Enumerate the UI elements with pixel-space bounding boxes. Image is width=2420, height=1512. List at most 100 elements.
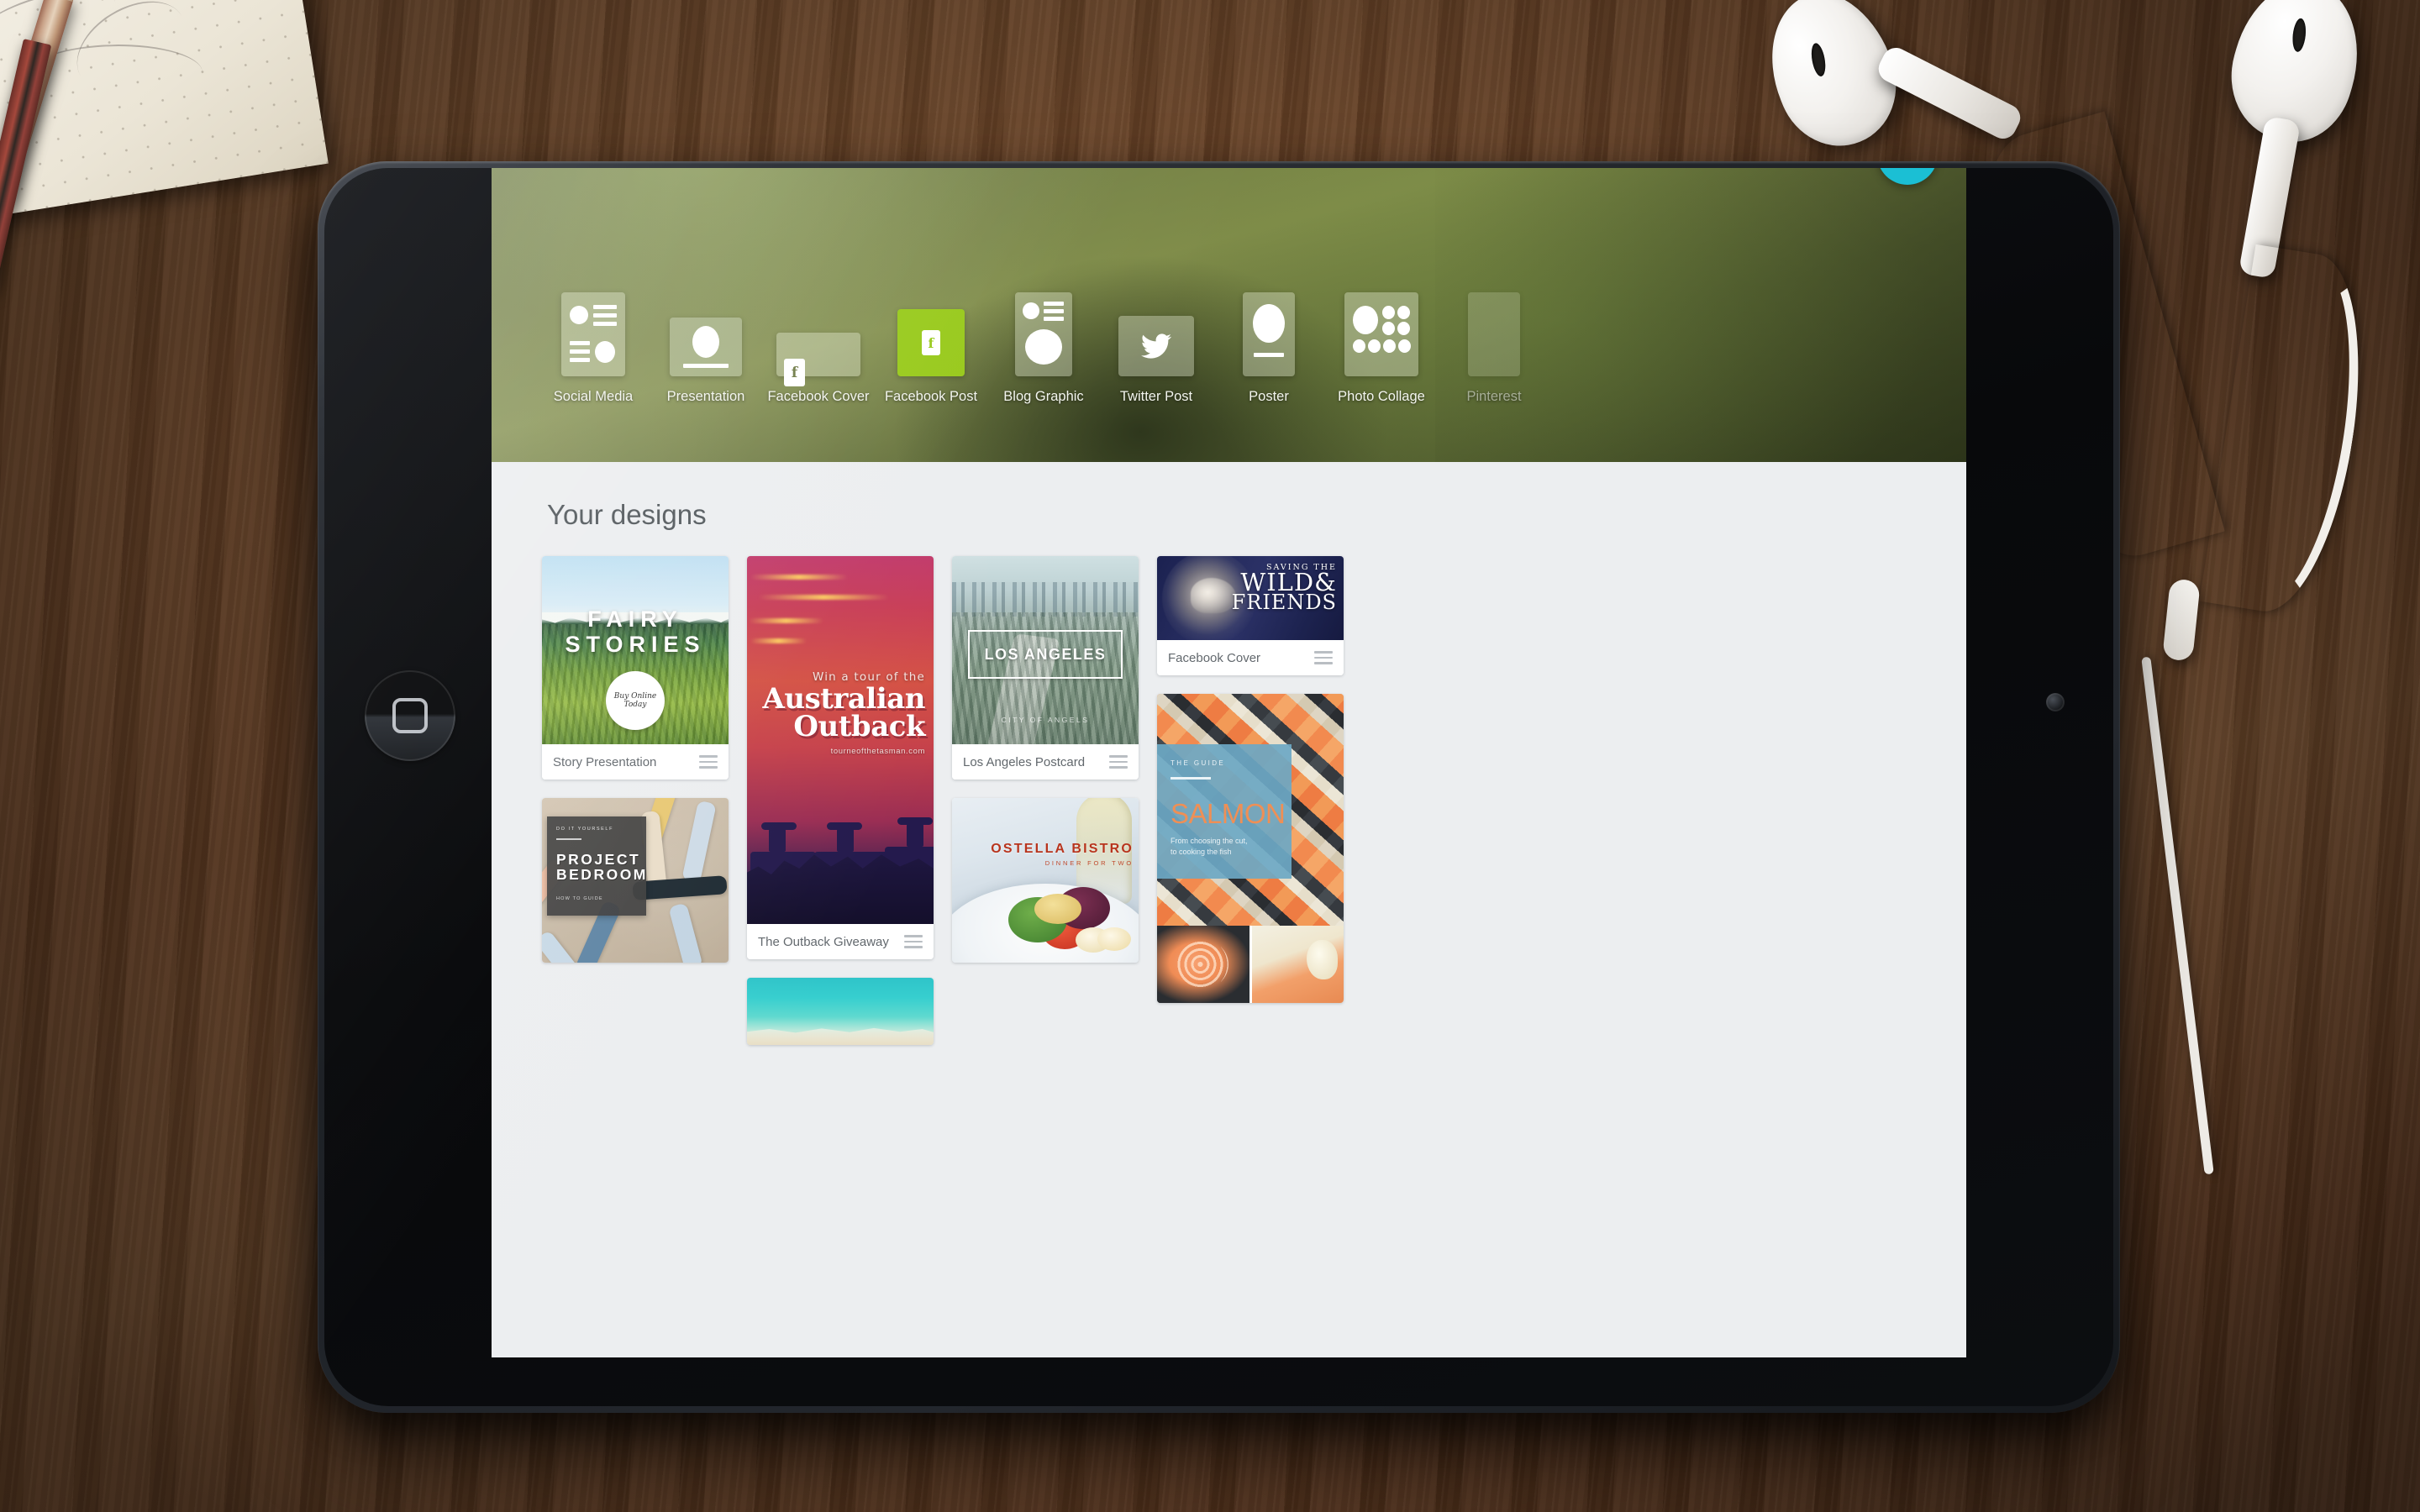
design-type-twitter-post[interactable]: Twitter Post: [1100, 316, 1213, 405]
artwork-kicker: THE GUIDE: [1171, 759, 1226, 767]
artwork-title: OSTELLA BISTRO: [991, 842, 1134, 856]
card-menu-icon[interactable]: [1314, 648, 1333, 668]
designs-column: LOS ANGELES CITY OF ANGELS Los Angeles P…: [952, 556, 1139, 963]
artwork-text: OSTELLA BISTRO DINNER FOR TWO: [991, 842, 1134, 867]
sky-streak: [750, 638, 808, 643]
account-menu[interactable]: Krazy Kidz Canva: [1739, 168, 1938, 185]
design-name: Los Angeles Postcard: [963, 754, 1086, 769]
design-type-facebook-cover[interactable]: f Facebook Cover: [762, 333, 875, 405]
design-thumbnail: Win a tour of the Australian Outback tou…: [747, 556, 934, 924]
design-type-label: Facebook Post: [884, 389, 978, 404]
design-type-label: Pinterest: [1466, 389, 1522, 404]
design-card-facebook-cover[interactable]: SAVING THE WILD& FRIENDS Facebook Cover: [1157, 556, 1344, 675]
designs-column: FAIRY STORIES Buy Online Today Story Pre…: [542, 556, 729, 963]
design-name: Story Presentation: [553, 754, 657, 769]
artwork-panel: DO IT YOURSELF PROJECT BEDROOM HOW TO GU…: [547, 816, 646, 916]
poster-icon: [1243, 292, 1295, 376]
tablet-bezel: Start a new design Krazy Kidz Canva: [324, 168, 2113, 1406]
design-type-label: Social Media: [553, 389, 634, 404]
artwork-kicker: DO IT YOURSELF: [556, 827, 614, 832]
card-menu-icon[interactable]: [1109, 752, 1128, 772]
artwork-subtitle: DINNER FOR TWO: [1044, 859, 1134, 867]
artwork-subtitle: HOW TO GUIDE: [556, 896, 603, 902]
tablet-device: Start a new design Krazy Kidz Canva: [318, 161, 2120, 1413]
artwork-subtitle: CITY OF ANGELS: [1001, 716, 1090, 724]
your-designs-section: Your designs FAIRY STORIES Buy Online To…: [492, 462, 1966, 1357]
card-footer: The Outback Giveaway: [747, 924, 934, 959]
design-thumbnail: [747, 978, 934, 1045]
design-card-story-presentation[interactable]: FAIRY STORIES Buy Online Today Story Pre…: [542, 556, 729, 780]
card-menu-icon[interactable]: [904, 932, 923, 952]
home-square-icon: [392, 698, 428, 733]
photo-collage-icon: [1344, 292, 1418, 376]
artwork-panel: THE GUIDE SALMON From choosing the cut, …: [1157, 744, 1292, 879]
facebook-post-icon: f: [897, 309, 965, 376]
artwork-title: PROJECT BEDROOM: [556, 850, 648, 884]
designs-grid: FAIRY STORIES Buy Online Today Story Pre…: [492, 556, 1966, 1045]
artwork-rule: [1171, 777, 1211, 780]
presentation-icon: [670, 318, 742, 376]
design-thumbnail: SAVING THE WILD& FRIENDS: [1157, 556, 1344, 640]
design-type-blog-graphic[interactable]: Blog Graphic: [987, 292, 1100, 405]
design-card-salmon-guide[interactable]: THE GUIDE SALMON From choosing the cut, …: [1157, 694, 1344, 1003]
artwork-subtitle: From choosing the cut, to cooking the fi…: [1171, 836, 1248, 857]
salmon-photo: [1157, 926, 1249, 1003]
artwork-title: FAIRY STORIES: [565, 606, 706, 658]
artwork-text: SAVING THE WILD& FRIENDS: [1232, 563, 1337, 612]
design-type-label: Facebook Cover: [767, 389, 870, 404]
food-item: [1097, 927, 1132, 951]
salmon-photo-pair: [1157, 926, 1344, 1003]
design-thumbnail: LOS ANGELES CITY OF ANGELS: [952, 556, 1139, 744]
canva-logo[interactable]: Canva: [1877, 168, 1938, 185]
card-footer: Los Angeles Postcard: [952, 744, 1139, 780]
artwork-title: Australian Outback: [762, 682, 926, 744]
sketch-stroke: [60, 0, 202, 109]
artwork-badge: Buy Online Today: [606, 671, 665, 730]
hero-header: Start a new design Krazy Kidz Canva: [492, 168, 1966, 462]
artwork-title-2: FRIENDS: [1231, 591, 1337, 615]
card-menu-icon[interactable]: [699, 752, 718, 772]
twitter-post-icon: [1118, 316, 1194, 376]
craft-stick: [681, 800, 717, 884]
designs-column: Win a tour of the Australian Outback tou…: [747, 556, 934, 1045]
design-type-presentation[interactable]: Presentation: [650, 318, 762, 405]
design-type-pinterest[interactable]: Pinterest: [1438, 292, 1550, 405]
design-thumbnail: DO IT YOURSELF PROJECT BEDROOM HOW TO GU…: [542, 798, 729, 963]
pinterest-icon: [1468, 292, 1520, 376]
artwork-title: LOS ANGELES: [984, 645, 1107, 663]
design-type-poster[interactable]: Poster: [1213, 292, 1325, 405]
design-type-list: Social Media Presentation f Facebook Cov…: [537, 292, 1966, 405]
design-type-photo-collage[interactable]: Photo Collage: [1325, 292, 1438, 405]
design-type-label: Presentation: [666, 389, 745, 404]
design-thumbnail: FAIRY STORIES Buy Online Today: [542, 556, 729, 744]
home-button[interactable]: [365, 670, 455, 761]
design-thumbnail: OSTELLA BISTRO DINNER FOR TWO: [952, 798, 1139, 963]
earbud-port: [2291, 18, 2307, 53]
section-title: Your designs: [547, 499, 707, 530]
design-name: The Outback Giveaway: [758, 934, 889, 949]
salmon-photo: [1251, 926, 1344, 1003]
design-card-beach[interactable]: [747, 978, 934, 1045]
design-card-ostella-bistro[interactable]: OSTELLA BISTRO DINNER FOR TWO: [952, 798, 1139, 963]
food-item: [1034, 894, 1081, 924]
design-type-label: Photo Collage: [1338, 389, 1425, 404]
design-type-label: Poster: [1249, 389, 1289, 404]
card-footer: Story Presentation: [542, 744, 729, 780]
craft-stick: [668, 902, 703, 963]
design-type-facebook-post[interactable]: f Facebook Post: [875, 309, 987, 405]
design-card-los-angeles-postcard[interactable]: LOS ANGELES CITY OF ANGELS Los Angeles P…: [952, 556, 1139, 780]
design-type-label: Twitter Post: [1119, 389, 1193, 404]
front-camera: [2046, 693, 2065, 711]
design-card-outback-giveaway[interactable]: Win a tour of the Australian Outback tou…: [747, 556, 934, 959]
social-media-icon: [561, 292, 625, 376]
design-card-project-bedroom[interactable]: DO IT YOURSELF PROJECT BEDROOM HOW TO GU…: [542, 798, 729, 963]
sky-streak: [750, 575, 848, 580]
artwork-url: tourneofthetasman.com: [830, 746, 925, 756]
design-thumbnail: THE GUIDE SALMON From choosing the cut, …: [1157, 694, 1344, 926]
design-type-social-media[interactable]: Social Media: [537, 292, 650, 405]
earbud-port: [1809, 42, 1828, 78]
tablet-screen: Start a new design Krazy Kidz Canva: [492, 168, 1966, 1357]
artwork-text: Win a tour of the Australian Outback tou…: [762, 670, 926, 756]
artwork-title: SALMON: [1171, 797, 1286, 829]
sky-streak: [749, 618, 824, 623]
